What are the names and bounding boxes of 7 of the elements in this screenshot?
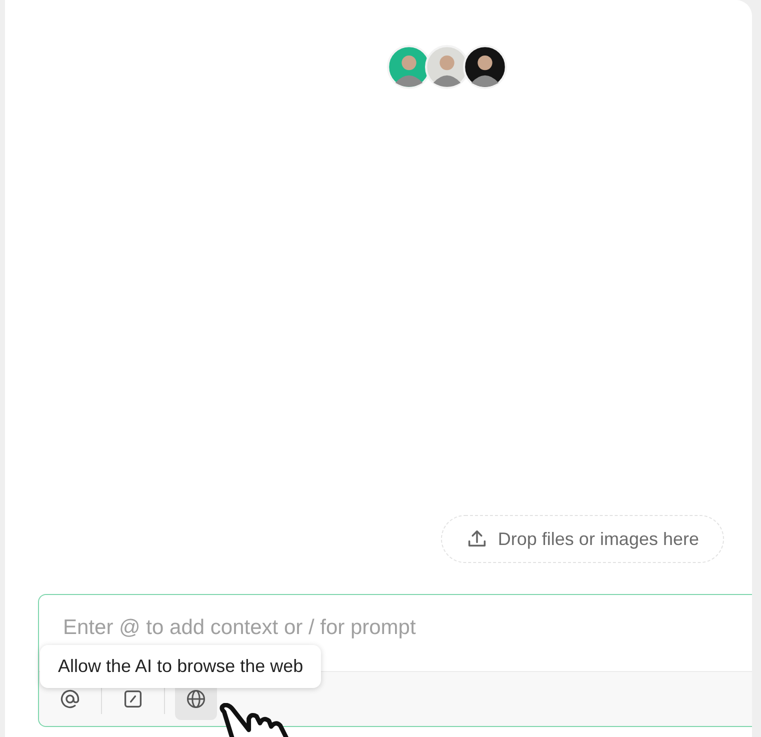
drop-zone[interactable]: Drop files or images here xyxy=(440,515,724,563)
slash-square-icon xyxy=(122,688,144,710)
globe-icon xyxy=(185,688,207,710)
at-sign-icon xyxy=(59,688,81,710)
prompt-input[interactable]: Enter @ to add context or / for prompt xyxy=(61,615,665,641)
tooltip: Allow the AI to browse the web xyxy=(40,645,322,688)
drop-zone-label: Drop files or images here xyxy=(498,528,699,550)
